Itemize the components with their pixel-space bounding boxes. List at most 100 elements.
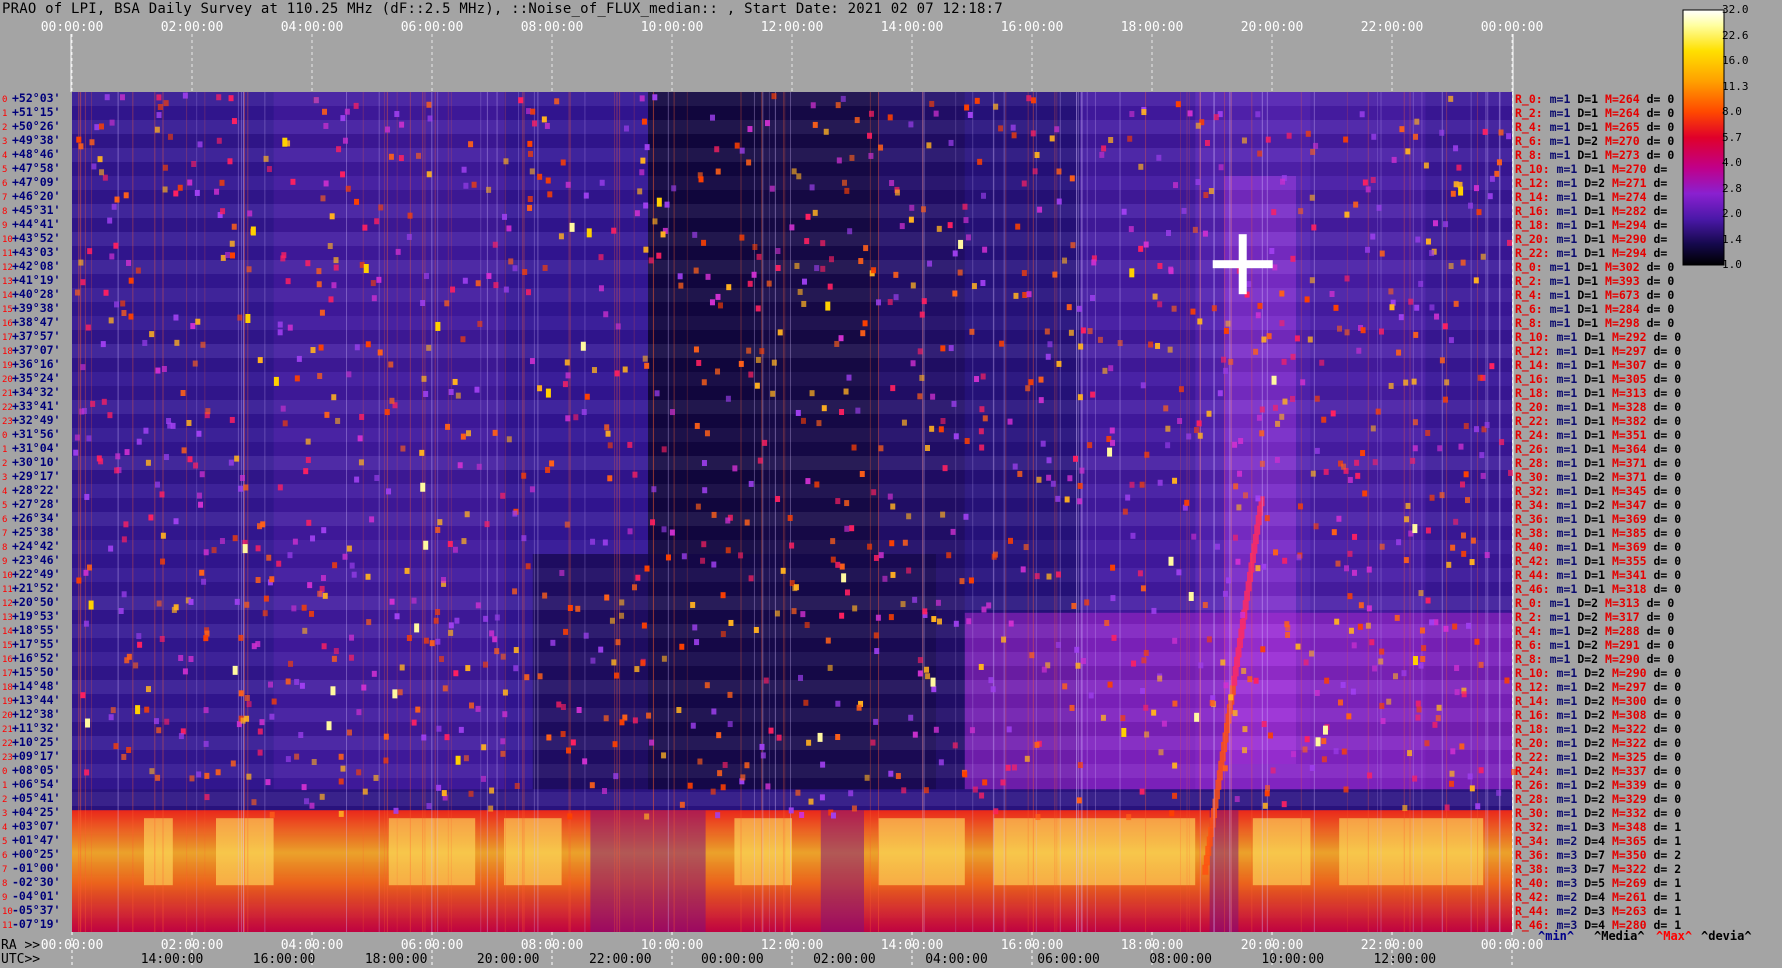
bright-source [1107,447,1113,457]
heatmap-speckle [589,782,595,789]
heatmap-streak [992,92,994,932]
heatmap-speckle [1165,442,1171,449]
row-stat-part: R_34: [1515,498,1550,512]
row-stat-part: R_42: [1515,890,1550,904]
heatmap-speckle [1290,255,1296,262]
source-track [1205,845,1212,856]
heatmap-speckle [294,753,300,760]
row-stat-part: d= 0 [1646,568,1682,582]
heatmap-streak [869,92,871,932]
heatmap-speckle [1357,623,1363,630]
heatmap-speckle [917,657,923,664]
heatmap-speckle [590,538,596,545]
heatmap-speckle [537,385,543,392]
heatmap-speckle [1310,470,1316,477]
row-stat-part: R_0: [1515,260,1543,274]
heatmap-streak [378,92,380,932]
row-stat-part: R_0: [1515,596,1543,610]
heatmap-speckle [849,154,855,161]
row-stat-part: R_44: [1515,904,1550,918]
heatmap-speckle [1087,328,1093,335]
heatmap-speckle [573,414,579,421]
heatmap-speckle [1110,595,1116,602]
row-stat-part: d= [1646,246,1668,260]
bright-source [545,388,551,398]
heatmap-streak [362,92,364,932]
heatmap-streak [784,92,786,932]
heatmap-speckle [1506,133,1512,140]
top-tick-label: 20:00:00 [1241,20,1304,35]
utc-tick-label: 20:00:00 [477,952,540,967]
heatmap-speckle [156,600,162,607]
heatmap-speckle [527,150,533,157]
heatmap-speckle [323,180,329,187]
heatmap-speckle [1402,805,1408,812]
bright-source [392,689,398,699]
heatmap-speckle [757,457,763,464]
heatmap-speckle [1398,314,1404,321]
dec-tick-label: +19°53' [12,609,60,623]
heatmap-row [72,120,1512,134]
heatmap-speckle [632,717,638,724]
heatmap-speckle [1274,456,1280,463]
heatmap-speckle [1157,675,1163,682]
heatmap-speckle [508,258,514,265]
heatmap-speckle [156,727,162,734]
heatmap-speckle [1418,280,1424,287]
heatmap-speckle [271,698,277,705]
declination-axis: 0 +52°03'1 +51°15'2 +50°26'3 +49°38'4 +48°46'… [0,91,72,932]
row-stat: R_4: m=1 D=2 M=288 d= 0 [1515,624,1674,638]
row-stat-part: D=1 [1570,120,1599,134]
heatmap-speckle [1138,163,1144,170]
heatmap-speckle [566,747,572,754]
row-stat-part: R_28: [1515,456,1550,470]
row-stat: R_26: m=1 D=2 M=339 d= 0 [1515,778,1681,792]
heatmap-speckle [346,729,352,736]
row-index-label: 9 [2,221,7,231]
row-stat-part: d= 0 [1646,680,1682,694]
heatmap-speckle [925,673,931,680]
row-stat-part: M=673 [1598,288,1640,302]
heatmap-speckle [199,569,205,576]
heatmap-speckle [529,168,535,175]
row-stat-part: M=347 [1605,498,1647,512]
heatmap-speckle [196,771,202,778]
heatmap-speckle [344,108,350,115]
row-stat-part: D=2 [1570,638,1599,652]
heatmap-speckle [980,373,986,380]
heatmap-speckle [613,773,619,780]
heatmap-speckle [1126,814,1132,821]
band-hotspot [144,818,173,886]
heatmap-speckle [1450,190,1456,197]
heatmap-speckle [426,344,432,351]
row-stat-part: d= 2 [1646,848,1682,862]
heatmap-speckle [936,618,942,625]
row-index-label: 1 [2,445,7,455]
heatmap-row [72,456,1512,470]
row-stat-part: d= 0 [1646,540,1682,554]
row-stat-part: D=5 [1577,876,1606,890]
heatmap-speckle [603,715,609,722]
heatmap-speckle [1416,706,1422,713]
row-stat-part: R_14: [1515,358,1550,372]
heatmap-speckle [492,429,498,436]
heatmap-speckle [1175,101,1181,108]
heatmap-row [72,708,1512,722]
row-stat-part: d= [1646,176,1668,190]
row-stat: R_24: m=1 D=1 M=351 d= 0 [1515,428,1681,442]
heatmap-speckle [798,674,804,681]
heatmap-speckle [1047,341,1053,348]
heatmap-speckle [441,576,447,583]
heatmap-streak [496,92,498,932]
bright-source [435,321,441,331]
heatmap-streak [437,92,439,932]
row-index-label: 8 [2,879,7,889]
row-stat-part: R_20: [1515,736,1550,750]
heatmap-speckle [805,478,811,485]
heatmap-speckle [486,272,492,279]
heatmap-speckle [1388,382,1394,389]
heatmap-speckle [1443,625,1449,632]
heatmap-speckle [328,296,334,303]
dec-tick-label: +17°55' [12,637,60,651]
row-stat-part: m=1 [1542,148,1571,162]
